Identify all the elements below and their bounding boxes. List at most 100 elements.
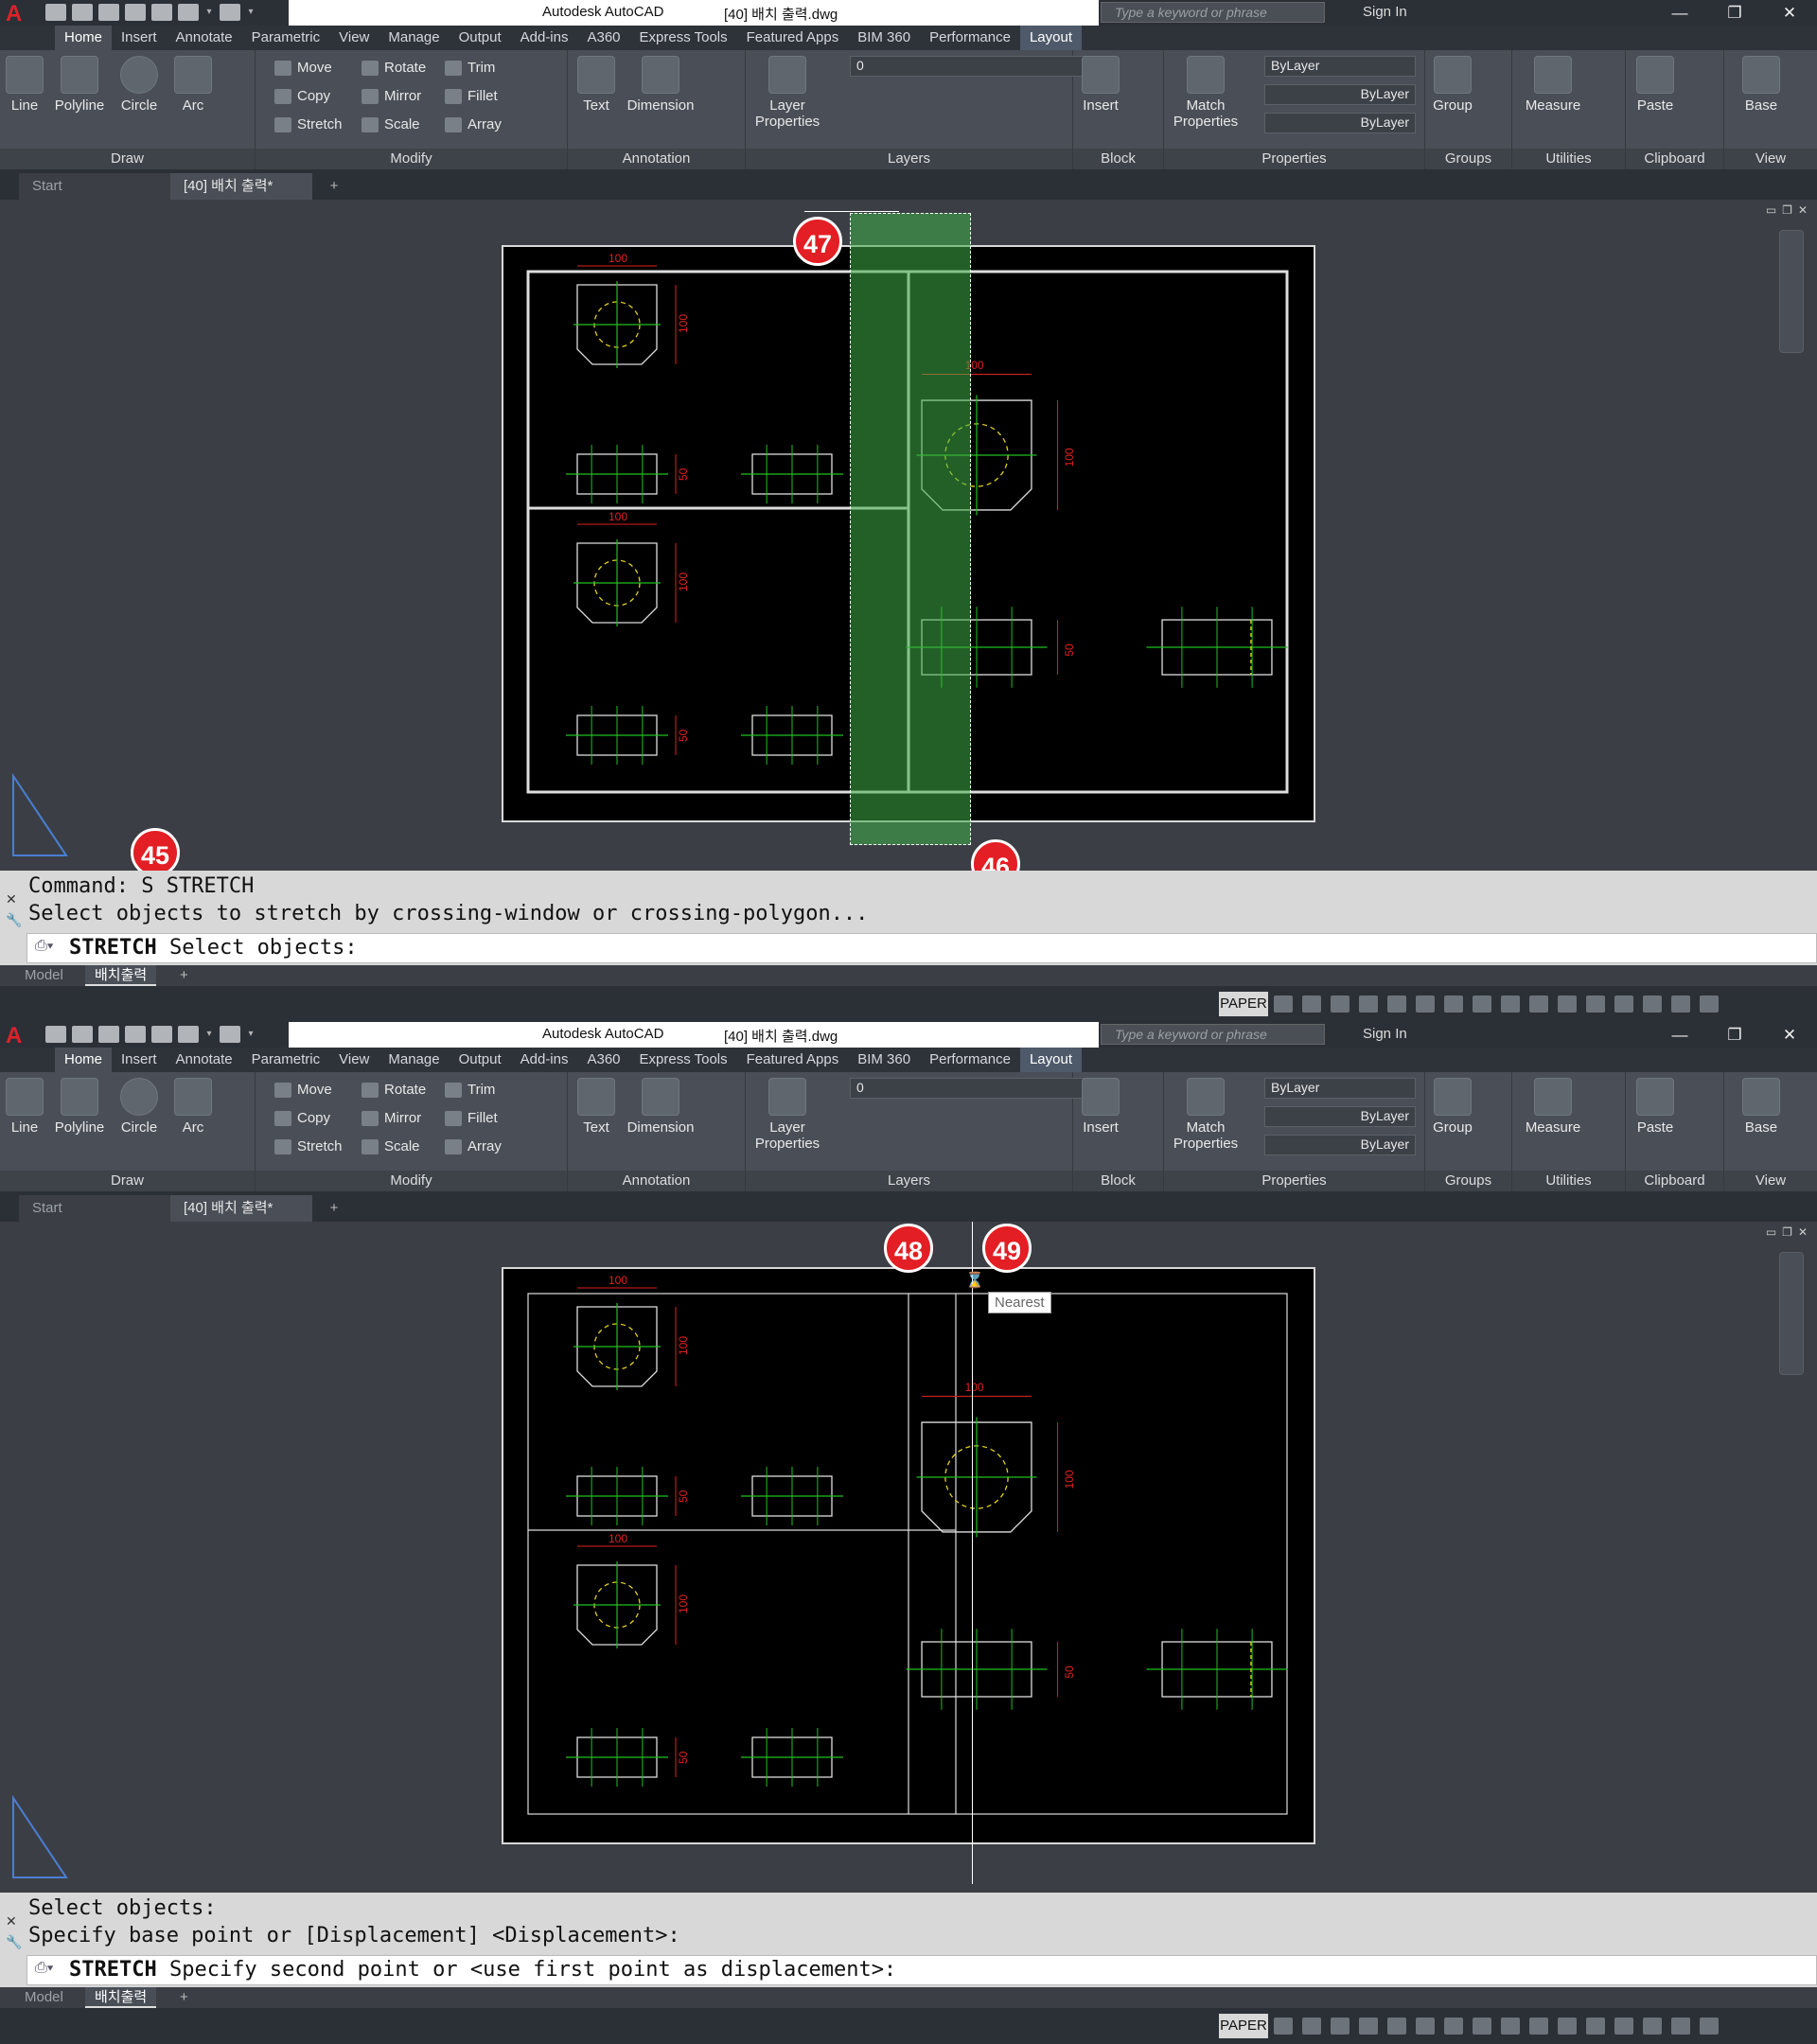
text-button[interactable]: Text	[575, 1078, 617, 1136]
polyline-button[interactable]: Polyline	[49, 56, 110, 114]
paste-button[interactable]: Paste	[1632, 56, 1679, 114]
drawing-canvas[interactable]: ▭ ❐ ✕ 100 100 50 100 100 50 100 100 50 ⌛ Nearest 4…	[0, 1222, 1817, 1893]
block-panel-title[interactable]: Block	[1073, 149, 1163, 169]
restore-icon[interactable]: ❐	[1782, 1225, 1792, 1239]
selection-cycling-icon[interactable]	[1473, 2018, 1491, 2035]
drawing-canvas[interactable]: ▭ ❐ ✕ 100 100 50 100 100 50 100 100 50 47 46 45	[0, 200, 1817, 889]
model-tab[interactable]: Model	[15, 1987, 73, 2008]
tab-bim360[interactable]: BIM 360	[848, 26, 920, 50]
osnap-icon[interactable]	[1359, 996, 1378, 1013]
undo-icon[interactable]	[178, 4, 199, 21]
hardware-accel-icon[interactable]	[1643, 2018, 1662, 2035]
isolate-icon[interactable]	[1614, 996, 1633, 1013]
tab-output[interactable]: Output	[450, 1048, 511, 1072]
array-button[interactable]: Array	[445, 116, 502, 133]
move-button[interactable]: Move	[274, 60, 332, 77]
dimension-button[interactable]: Dimension	[623, 56, 698, 114]
tab-view[interactable]: View	[329, 26, 379, 50]
tab-manage[interactable]: Manage	[379, 1048, 449, 1072]
save-as-icon[interactable]	[125, 1026, 146, 1043]
tab-express-tools[interactable]: Express Tools	[630, 1048, 737, 1072]
copy-button[interactable]: Copy	[274, 1110, 330, 1127]
match-properties-button[interactable]: Match Properties	[1168, 1078, 1244, 1152]
tab-parametric[interactable]: Parametric	[242, 26, 330, 50]
array-button[interactable]: Array	[445, 1138, 502, 1155]
utilities-panel-title[interactable]: Utilities	[1512, 149, 1625, 169]
wrench-icon[interactable]: 🔧	[6, 912, 22, 928]
layer-properties-button[interactable]: Layer Properties	[750, 1078, 825, 1152]
rotate-button[interactable]: Rotate	[362, 1082, 426, 1099]
tab-insert[interactable]: Insert	[112, 26, 167, 50]
tab-output[interactable]: Output	[450, 26, 511, 50]
search-input[interactable]: Type a keyword or phrase	[1101, 1024, 1325, 1045]
clipboard-panel-title[interactable]: Clipboard	[1626, 1171, 1723, 1191]
sign-in-button[interactable]: Sign In	[1363, 4, 1407, 20]
mirror-button[interactable]: Mirror	[362, 1110, 421, 1127]
modify-panel-title[interactable]: Modify	[256, 149, 567, 169]
arc-button[interactable]: Arc	[172, 56, 214, 114]
undo-dropdown-icon[interactable]: ▾	[204, 4, 214, 21]
modify-panel-title[interactable]: Modify	[256, 1171, 567, 1191]
layers-panel-title[interactable]: Layers	[746, 1171, 1072, 1191]
tab-layout[interactable]: Layout	[1019, 1048, 1083, 1072]
new-icon[interactable]	[45, 4, 66, 21]
save-icon[interactable]	[98, 4, 119, 21]
snap-icon[interactable]	[1274, 2018, 1293, 2035]
restore-button[interactable]: ❐	[1707, 0, 1762, 26]
autocad-logo[interactable]: A	[2, 0, 42, 26]
redo-dropdown-icon[interactable]: ▾	[246, 1026, 256, 1043]
layer-dropdown[interactable]: 0	[850, 1078, 1096, 1099]
restore-icon[interactable]: ❐	[1782, 203, 1792, 217]
layout-tab[interactable]: 배치출력	[85, 1987, 157, 2008]
wrench-icon[interactable]: 🔧	[6, 1934, 22, 1950]
clipboard-panel-title[interactable]: Clipboard	[1626, 149, 1723, 169]
redo-dropdown-icon[interactable]: ▾	[246, 4, 256, 21]
save-icon[interactable]	[98, 1026, 119, 1043]
start-tab[interactable]: Start	[19, 173, 170, 200]
view-panel-title[interactable]: View	[1724, 1171, 1817, 1191]
mirror-button[interactable]: Mirror	[362, 88, 421, 105]
close-icon[interactable]: ✕	[6, 1913, 17, 1929]
arc-button[interactable]: Arc	[172, 1078, 214, 1136]
minimize-icon[interactable]: ▭	[1766, 1225, 1776, 1239]
plot-icon[interactable]	[151, 4, 172, 21]
search-input[interactable]: Type a keyword or phrase	[1101, 2, 1325, 23]
close-icon[interactable]: ✕	[1798, 1225, 1808, 1239]
open-icon[interactable]	[72, 4, 93, 21]
base-button[interactable]: Base	[1738, 56, 1785, 114]
command-input[interactable]: ⎙▾ STRETCH Select objects:	[26, 933, 1817, 963]
tab-add-ins[interactable]: Add-ins	[511, 26, 578, 50]
rotate-button[interactable]: Rotate	[362, 60, 426, 77]
paste-button[interactable]: Paste	[1632, 1078, 1679, 1136]
new-tab-button[interactable]: +	[320, 1195, 348, 1222]
polyline-button[interactable]: Polyline	[49, 1078, 110, 1136]
plus-icon[interactable]	[1558, 996, 1577, 1013]
properties-panel-title[interactable]: Properties	[1164, 1171, 1424, 1191]
polar-icon[interactable]	[1331, 2018, 1350, 2035]
fillet-button[interactable]: Fillet	[445, 88, 498, 105]
menu-icon[interactable]	[1700, 2018, 1719, 2035]
tab-add-ins[interactable]: Add-ins	[511, 1048, 578, 1072]
model-tab[interactable]: Model	[15, 965, 73, 986]
color-dropdown[interactable]: ByLayer	[1264, 56, 1416, 77]
insert-button[interactable]: Insert	[1077, 56, 1124, 114]
tab-parametric[interactable]: Parametric	[242, 1048, 330, 1072]
tab-home[interactable]: Home	[55, 26, 113, 50]
close-button[interactable]: ✕	[1762, 1022, 1817, 1048]
navigation-bar[interactable]	[1779, 1252, 1804, 1375]
layer-dropdown[interactable]: 0	[850, 56, 1096, 77]
copy-button[interactable]: Copy	[274, 88, 330, 105]
clean-screen-icon[interactable]	[1671, 2018, 1690, 2035]
new-icon[interactable]	[45, 1026, 66, 1043]
line-button[interactable]: Line	[6, 1078, 44, 1136]
properties-panel-title[interactable]: Properties	[1164, 149, 1424, 169]
clean-screen-icon[interactable]	[1671, 996, 1690, 1013]
annotation-scale-icon[interactable]	[1501, 996, 1520, 1013]
tab-bim360[interactable]: BIM 360	[848, 1048, 920, 1072]
plot-icon[interactable]	[151, 1026, 172, 1043]
measure-button[interactable]: Measure	[1520, 56, 1586, 114]
document-tab[interactable]: [40] 배치 출력*	[170, 1195, 312, 1222]
close-button[interactable]: ✕	[1762, 0, 1817, 26]
scale-button[interactable]: Scale	[362, 1138, 420, 1155]
close-icon[interactable]: ✕	[6, 891, 17, 907]
